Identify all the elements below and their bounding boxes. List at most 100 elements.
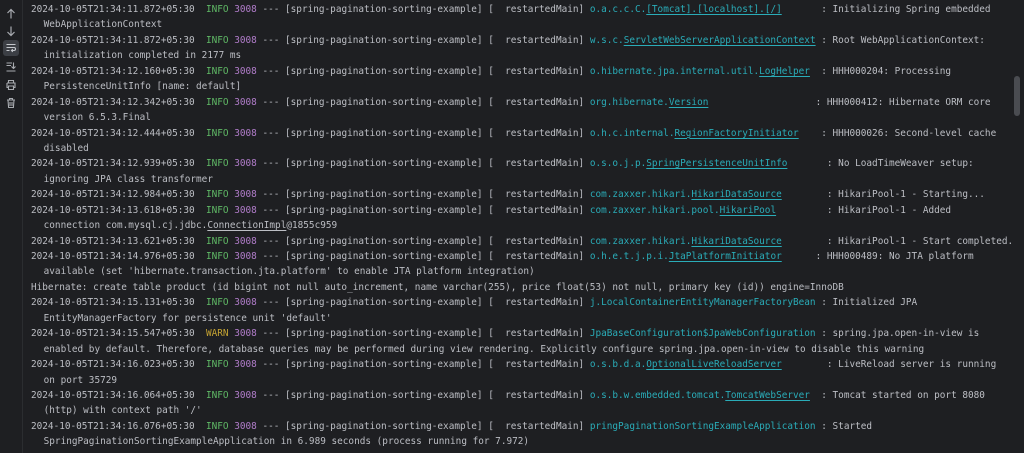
log-logger-link[interactable]: LogHelper [759,66,810,77]
vertical-scrollbar[interactable] [1013,0,1021,453]
log-timestamp: 2024-10-05T21:34:12.939+05:30 [31,158,195,170]
log-message: : No LoadTimeWeaver setup: [826,158,974,170]
log-logger-link[interactable]: ServletWebServerApplicationContext [624,35,816,46]
log-message: : HHH000026: Second-level cache [821,127,997,139]
log-level: INFO [205,65,229,77]
log-line: 2024-10-05T21:34:12.444+05:30 INFO 3008 … [31,126,1011,141]
log-message: : HikariPool-1 - Start completed. [826,235,1011,247]
log-message: disabled [38,142,89,154]
log-line: 2024-10-05T21:34:12.984+05:30 INFO 3008 … [31,187,1011,202]
log-logger-link[interactable]: Version [669,97,709,108]
trash-icon[interactable] [3,95,19,111]
log-thread: --- [spring-pagination-sorting-example] … [256,251,590,262]
log-logger-link[interactable]: TomcatWebServer [725,390,810,401]
log-padding [782,359,827,370]
log-level: INFO [205,96,229,108]
log-message: : Initializing Spring embedded [821,4,991,15]
log-thread: --- [spring-pagination-sorting-example] … [256,420,590,432]
log-timestamp: 2024-10-05T21:34:12.444+05:30 [31,127,195,139]
log-logger-link[interactable]: OptionalLiveReloadServer [646,359,781,370]
log-logger-link[interactable]: SpringPersistenceUnitInfo [646,158,787,169]
log-padding [782,4,822,15]
log-pid: 3008 [234,204,257,216]
log-timestamp: 2024-10-05T21:34:16.076+05:30 [31,420,195,432]
up-arrow-icon[interactable] [3,6,19,22]
log-timestamp: 2024-10-05T21:34:11.872+05:30 [31,34,195,46]
log-continuation-line: SpringPaginationSortingExampleApplicatio… [31,434,1011,449]
console-output[interactable]: 2024-10-05T21:34:11.872+05:30 INFO 3008 … [31,2,1011,453]
log-pid: 3008 [234,297,257,309]
log-timestamp: 2024-10-05T21:34:14.976+05:30 [31,251,195,262]
log-logger-prefix: o.s.b.d.a. [589,359,647,371]
log-logger-prefix: j.LocalContainerEntityManagerFactoryBean [589,297,816,309]
log-message: : Started [821,420,873,432]
log-message: enabled by default. Therefore, database … [38,343,925,355]
log-continuation-line: available (set 'hibernate.transaction.jt… [31,264,1011,279]
log-timestamp: 2024-10-05T21:34:16.023+05:30 [31,359,195,371]
scroll-to-end-icon[interactable] [3,59,19,75]
log-message: : Tomcat started on port 8080 [821,389,985,401]
soft-wrap-icon[interactable] [3,40,19,56]
log-message: version 6.5.3.Final [38,112,151,124]
log-logger-link[interactable]: [Tomcat].[localhost].[/] [646,4,781,15]
log-timestamp: 2024-10-05T21:34:13.621+05:30 [31,235,195,247]
log-logger-prefix: org.hibernate. [589,96,669,108]
log-level: INFO [205,158,229,170]
log-thread: --- [spring-pagination-sorting-example] … [256,65,590,77]
log-continuation-line: version 6.5.3.Final [31,110,1011,125]
log-logger-link[interactable]: HikariPool [720,205,776,216]
log-pid: 3008 [234,127,257,139]
log-logger-link[interactable]: HikariDataSource [691,189,781,200]
print-icon[interactable] [3,77,19,93]
sql-log-line: Hibernate: create table product (id bigi… [31,280,1011,295]
console-toolbar [0,0,23,453]
log-message: ignoring JPA class transformer [38,173,213,185]
log-logger-link[interactable]: HikariDataSource [691,236,781,247]
log-thread: --- [spring-pagination-sorting-example] … [256,235,590,247]
log-pid: 3008 [234,359,257,371]
log-level: INFO [205,4,229,15]
log-logger-prefix: o.hibernate.jpa.internal.util. [589,65,760,77]
log-continuation-line: (http) with context path '/' [31,403,1011,418]
log-thread: --- [spring-pagination-sorting-example] … [256,297,590,309]
log-message: (http) with context path '/' [38,405,202,417]
log-level: INFO [205,251,229,262]
log-message: : LiveReload server is running [826,359,997,371]
log-timestamp: 2024-10-05T21:34:12.342+05:30 [31,96,195,108]
log-padding [782,236,827,247]
log-logger-prefix: w.s.c. [589,34,624,46]
log-logger-prefix: o.s.b.w.embedded.tomcat. [589,389,726,401]
log-line: 2024-10-05T21:34:12.342+05:30 INFO 3008 … [31,95,1011,110]
scrollbar-thumb[interactable] [1014,76,1020,116]
log-line: 2024-10-05T21:34:13.621+05:30 INFO 3008 … [31,234,1011,249]
log-line: 2024-10-05T21:34:15.131+05:30 INFO 3008 … [31,295,1011,310]
log-line: 2024-10-05T21:34:16.076+05:30 INFO 3008 … [31,419,1011,434]
log-pid: 3008 [234,251,257,262]
log-message: SpringPaginationSortingExampleApplicatio… [38,436,530,448]
run-console-window: 2024-10-05T21:34:11.872+05:30 INFO 3008 … [0,0,1024,453]
log-line: 2024-10-05T21:34:16.023+05:30 INFO 3008 … [31,357,1011,372]
log-logger-link[interactable]: JtaPlatformInitiator [669,251,782,262]
log-class-link[interactable]: ConnectionImpl [207,220,286,231]
log-continuation-line: connection com.mysql.cj.jdbc.ConnectionI… [31,218,1011,233]
log-continuation-line: PersistenceUnitInfo [name: default] [31,79,1011,94]
log-line: 2024-10-05T21:34:14.976+05:30 INFO 3008 … [31,249,1011,264]
log-logger-link[interactable]: RegionFactoryInitiator [674,128,798,139]
down-arrow-icon[interactable] [3,23,19,39]
log-line: 2024-10-05T21:34:16.064+05:30 INFO 3008 … [31,388,1011,403]
log-level: INFO [205,235,229,247]
log-thread: --- [spring-pagination-sorting-example] … [256,4,590,15]
log-pid: 3008 [234,189,257,201]
log-message: connection com.mysql.cj.jdbc. [38,220,208,232]
log-padding [810,390,821,401]
log-continuation-line: initialization completed in 2177 ms [31,48,1011,63]
log-level: INFO [205,297,229,309]
log-message: : HikariPool-1 - Starting... [826,189,985,201]
log-message-tail: @1855c959 [286,220,338,232]
log-line: 2024-10-05T21:34:12.939+05:30 INFO 3008 … [31,156,1011,171]
log-padding [708,97,815,108]
log-timestamp: 2024-10-05T21:34:12.160+05:30 [31,65,195,77]
log-thread: --- [spring-pagination-sorting-example] … [256,158,590,170]
log-continuation-line: disabled [31,141,1011,156]
log-thread: --- [spring-pagination-sorting-example] … [256,389,590,401]
